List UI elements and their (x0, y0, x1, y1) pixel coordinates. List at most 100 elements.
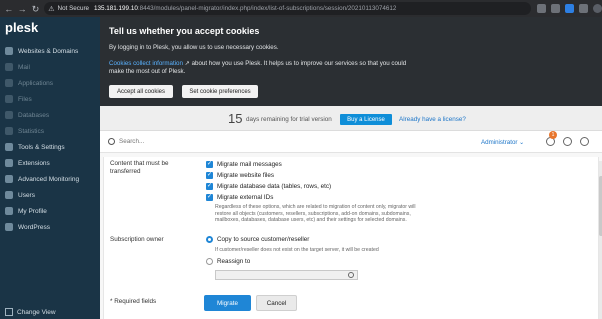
buy-license-button[interactable]: Buy a License (340, 114, 392, 125)
radio-label: Reassign to (217, 258, 251, 265)
cookie-banner: Tell us whether you accept cookies By lo… (100, 17, 602, 106)
migrate-database-data-checkbox[interactable]: ✓ Migrate database data (tables, rows, e… (206, 183, 331, 190)
sidebar-item-advanced-monitoring[interactable]: Advanced Monitoring (0, 171, 100, 187)
profile-icon (5, 207, 13, 215)
cookie-info-link[interactable]: Cookies collect information (109, 60, 183, 67)
sidebar-item-databases[interactable]: Databases (0, 107, 100, 123)
statistics-icon (5, 127, 13, 135)
radio-selected-icon (206, 236, 213, 243)
cookie-title: Tell us whether you accept cookies (109, 26, 260, 36)
checkbox-checked-icon: ✓ (206, 183, 213, 190)
tools-icon (5, 143, 13, 151)
sidebar-item-label: My Profile (18, 207, 47, 215)
search-icon (108, 138, 115, 145)
change-view-label: Change View (17, 308, 56, 316)
subscription-owner-label: Subscription owner (110, 236, 164, 243)
sidebar-item-label: Websites & Domains (18, 47, 79, 55)
reassign-radio[interactable]: Reassign to (206, 258, 250, 265)
migrate-external-ids-checkbox[interactable]: ✓ Migrate external IDs (206, 194, 273, 201)
required-fields-note: * Required fields (110, 298, 157, 305)
trial-days-count: 15 (228, 111, 243, 126)
sidebar-item-tools-settings[interactable]: Tools & Settings (0, 139, 100, 155)
sidebar-item-wordpress[interactable]: WordPress (0, 219, 100, 235)
settings-icon[interactable] (563, 137, 572, 146)
change-view-icon (5, 308, 13, 316)
applications-icon (5, 79, 13, 87)
notification-badge: 1 (549, 131, 557, 139)
sidebar-item-files[interactable]: Files (0, 91, 100, 107)
profile-avatar[interactable] (592, 4, 602, 13)
users-icon (5, 191, 13, 199)
sidebar-item-label: Advanced Monitoring (18, 175, 80, 183)
owner-hint: If customer/reseller does not exist on t… (215, 247, 379, 253)
checkbox-checked-icon: ✓ (206, 172, 213, 179)
copy-owner-radio[interactable]: Copy to source customer/reseller (206, 236, 309, 243)
checkbox-checked-icon: ✓ (206, 161, 213, 168)
migrate-button[interactable]: Migrate (204, 295, 251, 311)
puzzle-icon[interactable] (578, 4, 588, 13)
sidebar-item-label: Files (18, 95, 32, 103)
migrate-website-files-checkbox[interactable]: ✓ Migrate website files (206, 172, 274, 179)
sidebar-item-users[interactable]: Users (0, 187, 100, 203)
browser-toolbar: ← → ↻ ⚠ Not Secure 135.181.199.10 :8443/… (0, 0, 602, 17)
extension-icon[interactable] (564, 4, 574, 13)
back-icon[interactable]: ← (4, 4, 13, 14)
sidebar-item-label: Users (18, 191, 35, 199)
search-icon (348, 272, 354, 278)
url-host: 135.181.199.10 (94, 5, 138, 12)
warning-icon: ⚠ (48, 5, 55, 13)
external-ids-hint: Regardless of these options, which are r… (215, 204, 416, 223)
sidebar-item-label: Statistics (18, 127, 45, 135)
extensions-icon (5, 159, 13, 167)
help-icon[interactable] (580, 137, 589, 146)
top-search-bar: Administrator ⌄ 1 (100, 131, 602, 153)
administrator-menu[interactable]: Administrator ⌄ (481, 139, 524, 146)
key-icon[interactable] (536, 4, 546, 13)
search-input[interactable] (119, 136, 299, 147)
sidebar-item-label: Tools & Settings (18, 143, 65, 151)
trial-text: days remaining for trial version (246, 116, 332, 123)
cookie-text-2: Cookies collect information ↗ about how … (109, 60, 409, 76)
sidebar-item-websites-domains[interactable]: Websites & Domains (0, 43, 100, 59)
migrate-mail-checkbox[interactable]: ✓ Migrate mail messages (206, 161, 282, 168)
wordpress-icon (5, 223, 13, 231)
sidebar: plesk Websites & Domains Mail Applications… (0, 17, 100, 319)
forward-icon[interactable]: → (17, 4, 27, 14)
cancel-button[interactable]: Cancel (256, 295, 297, 311)
sidebar-item-label: Extensions (18, 159, 50, 167)
sidebar-item-applications[interactable]: Applications (0, 75, 100, 91)
have-license-link[interactable]: Already have a license? (399, 116, 466, 123)
change-view-button[interactable]: Change View (5, 308, 56, 316)
monitoring-icon (5, 175, 13, 183)
migration-form: Content that must be transferred ✓ Migra… (103, 157, 602, 319)
address-bar[interactable]: ⚠ Not Secure 135.181.199.10 :8443/module… (44, 2, 531, 15)
plesk-logo: plesk (5, 20, 39, 35)
globe-icon (5, 47, 13, 55)
reload-icon[interactable]: ↻ (31, 4, 40, 14)
sidebar-item-mail[interactable]: Mail (0, 59, 100, 75)
checkbox-label: Migrate website files (217, 172, 275, 179)
set-cookie-preferences-button[interactable]: Set cookie preferences (182, 85, 258, 98)
radio-unselected-icon (206, 258, 213, 265)
sidebar-nav: Websites & Domains Mail Applications Files D… (0, 43, 100, 235)
sidebar-item-extensions[interactable]: Extensions (0, 155, 100, 171)
sidebar-item-label: Databases (18, 111, 50, 119)
sidebar-item-my-profile[interactable]: My Profile (0, 203, 100, 219)
checkbox-checked-icon: ✓ (206, 194, 213, 201)
content-label: Content that must be transferred (110, 160, 169, 175)
migration-form-area: Content that must be transferred ✓ Migra… (100, 153, 602, 319)
database-icon (5, 111, 13, 119)
main-area: Tell us whether you accept cookies By lo… (100, 17, 602, 319)
sidebar-item-statistics[interactable]: Statistics (0, 123, 100, 139)
security-status: Not Secure (57, 5, 90, 12)
star-icon[interactable] (550, 4, 560, 13)
external-link-icon: ↗ (182, 60, 190, 67)
url-path: :8443/modules/panel-migrator/index.php/i… (137, 5, 397, 12)
checkbox-label: Migrate mail messages (217, 161, 282, 168)
mail-icon (5, 63, 13, 71)
cookie-text-1: By logging in to Plesk, you allow us to … (109, 44, 279, 51)
reassign-search-field[interactable] (215, 270, 358, 280)
sidebar-item-label: WordPress (18, 223, 51, 231)
checkbox-label: Migrate external IDs (217, 194, 274, 201)
accept-all-cookies-button[interactable]: Accept all cookies (109, 85, 173, 98)
